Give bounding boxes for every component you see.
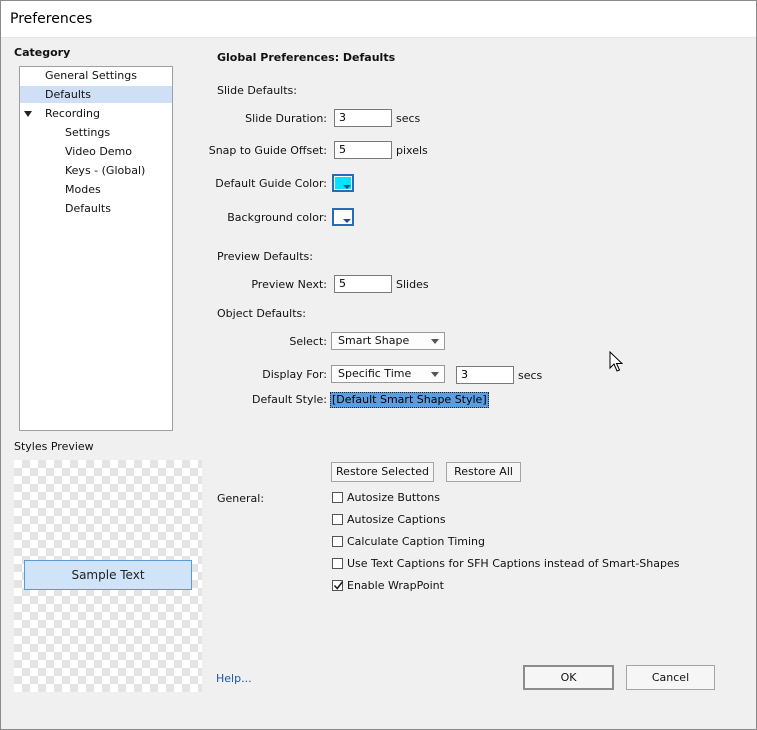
checkmark-icon bbox=[333, 581, 344, 590]
category-item-label: Defaults bbox=[45, 88, 91, 101]
background-color-label: Background color: bbox=[227, 211, 327, 224]
dialog-title: Preferences bbox=[10, 11, 93, 27]
enable-wrappoint-checkbox[interactable] bbox=[332, 580, 344, 591]
object-select-value: Smart Shape bbox=[338, 334, 410, 347]
ok-button[interactable]: OK bbox=[523, 665, 614, 690]
enable-wrappoint-label: Enable WrapPoint bbox=[347, 579, 444, 592]
text-captions-sfh-checkbox[interactable] bbox=[332, 558, 343, 569]
guide-color-swatch[interactable] bbox=[332, 174, 354, 192]
category-item-keys-global[interactable]: Keys - (Global) bbox=[20, 162, 172, 179]
restore-selected-button[interactable]: Restore Selected bbox=[331, 462, 434, 482]
display-for-label: Display For: bbox=[262, 368, 327, 381]
preview-defaults-heading: Preview Defaults: bbox=[217, 250, 313, 263]
display-for-dropdown[interactable]: Specific Time bbox=[331, 365, 445, 383]
category-heading: Category bbox=[14, 46, 71, 59]
title-bar: Preferences bbox=[1, 1, 756, 38]
autosize-captions-checkbox[interactable] bbox=[332, 514, 343, 525]
slide-duration-label: Slide Duration: bbox=[245, 112, 327, 125]
autosize-captions-label: Autosize Captions bbox=[347, 513, 446, 526]
snap-offset-unit: pixels bbox=[396, 144, 428, 157]
snap-offset-label: Snap to Guide Offset: bbox=[208, 144, 327, 157]
autosize-buttons-checkbox[interactable] bbox=[332, 492, 343, 503]
display-time-input[interactable] bbox=[456, 366, 514, 384]
category-item-label: General Settings bbox=[45, 69, 137, 82]
dropdown-corner-icon bbox=[343, 185, 351, 189]
dropdown-corner-icon bbox=[343, 219, 351, 223]
restore-all-button[interactable]: Restore All bbox=[446, 462, 521, 482]
display-time-unit: secs bbox=[518, 369, 543, 382]
slide-duration-unit: secs bbox=[396, 112, 421, 125]
help-link[interactable]: Help... bbox=[216, 672, 252, 685]
expand-triangle-icon[interactable] bbox=[24, 111, 32, 117]
autosize-buttons-label: Autosize Buttons bbox=[347, 491, 440, 504]
sample-text-box: Sample Text bbox=[24, 560, 192, 590]
object-defaults-heading: Object Defaults: bbox=[217, 307, 306, 320]
preferences-dialog: Preferences Category General Settings De… bbox=[0, 0, 757, 730]
slide-defaults-heading: Slide Defaults: bbox=[217, 84, 297, 97]
preview-next-unit: Slides bbox=[396, 278, 429, 291]
object-select-dropdown[interactable]: Smart Shape bbox=[331, 332, 445, 350]
caption-timing-label: Calculate Caption Timing bbox=[347, 535, 486, 548]
preview-next-input[interactable] bbox=[334, 275, 392, 293]
display-for-value: Specific Time bbox=[338, 367, 412, 380]
category-item-label: Modes bbox=[65, 183, 101, 196]
category-item-modes[interactable]: Modes bbox=[20, 181, 172, 198]
chevron-down-icon bbox=[431, 339, 439, 344]
category-item-label: Recording bbox=[45, 107, 101, 120]
category-item-label: Video Demo bbox=[65, 145, 132, 158]
caption-timing-checkbox[interactable] bbox=[332, 536, 343, 547]
category-item-label: Settings bbox=[65, 126, 111, 139]
cancel-button[interactable]: Cancel bbox=[626, 665, 715, 690]
category-item-video-demo[interactable]: Video Demo bbox=[20, 143, 172, 160]
category-item-recording-defaults[interactable]: Defaults bbox=[20, 200, 172, 217]
default-style-label: Default Style: bbox=[251, 393, 327, 406]
mouse-pointer-icon bbox=[609, 351, 624, 372]
category-item-label: Keys - (Global) bbox=[65, 164, 146, 177]
page-title: Global Preferences: Defaults bbox=[217, 51, 396, 64]
category-item-label: Defaults bbox=[65, 202, 111, 215]
background-color-swatch[interactable] bbox=[332, 208, 354, 226]
category-tree[interactable]: General Settings Defaults Recording Sett… bbox=[19, 66, 173, 431]
select-label: Select: bbox=[289, 335, 327, 348]
slide-duration-input[interactable] bbox=[334, 109, 392, 127]
snap-offset-input[interactable] bbox=[334, 141, 392, 159]
category-item-recording[interactable]: Recording bbox=[20, 105, 172, 122]
category-item-defaults[interactable]: Defaults bbox=[20, 86, 172, 103]
preview-next-label: Preview Next: bbox=[251, 278, 327, 291]
chevron-down-icon bbox=[431, 372, 439, 377]
category-item-settings[interactable]: Settings bbox=[20, 124, 172, 141]
text-captions-sfh-label: Use Text Captions for SFH Captions inste… bbox=[347, 557, 680, 570]
default-style-value[interactable]: [Default Smart Shape Style] bbox=[330, 392, 489, 408]
styles-preview-canvas: Sample Text bbox=[14, 460, 202, 692]
category-item-general-settings[interactable]: General Settings bbox=[20, 67, 172, 84]
guide-color-label: Default Guide Color: bbox=[215, 177, 327, 190]
styles-preview-heading: Styles Preview bbox=[14, 440, 94, 453]
general-heading: General: bbox=[217, 492, 265, 505]
